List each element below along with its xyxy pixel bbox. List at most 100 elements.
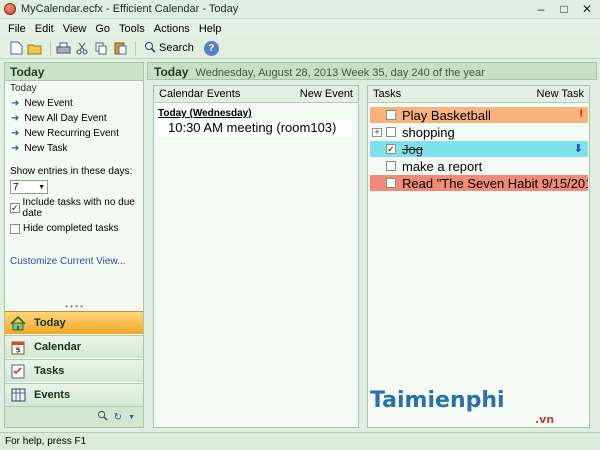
nav-tasks[interactable]: Tasks [5,359,143,382]
tasks-panel-title: Tasks [373,88,402,100]
menu-tools[interactable]: Tools [119,23,145,35]
hide-completed-checkbox[interactable] [10,223,20,234]
task-text: Jog [402,141,423,157]
left-pane: Today Today ➜ New Event ➜ New All Day Ev… [4,62,144,428]
task-checkbox[interactable] [386,161,396,171]
close-button[interactable]: ✕ [576,2,598,17]
watermark-tld: .vn [535,413,555,426]
customize-view-link[interactable]: Customize Current View... [5,254,143,269]
nav-label: Calendar [34,341,82,353]
nav-footer: ↻ ▼ [5,406,143,427]
new-recurring-event-action[interactable]: ➜ New Recurring Event [5,126,143,141]
task-checkbox[interactable] [386,127,396,137]
menu-file[interactable]: File [8,23,26,35]
tasks-panel-header: Tasks New Task [368,86,589,103]
calendar-icon: 5 [10,339,26,355]
include-no-due-date-option[interactable]: ✓ Include tasks with no due date [5,195,143,221]
task-row[interactable]: Read "The Seven Habit 9/15/201 [370,175,588,191]
cut-icon[interactable] [74,40,90,56]
event-item[interactable]: 10:30 AM meeting (room103) [156,120,352,137]
search-icon [144,41,156,56]
action-label: New All Day Event [24,113,107,124]
home-icon [10,315,26,331]
help-icon[interactable]: ? [203,40,219,56]
toolbar: Search ? [0,38,600,59]
action-label: New Recurring Event [24,128,119,139]
chevron-down-icon: ▼ [38,183,45,191]
task-text: make a report [402,158,483,174]
task-row[interactable]: ✓ Jog ⬇ [370,141,588,157]
menu-actions[interactable]: Actions [154,23,190,35]
arrow-right-icon: ➜ [11,143,20,154]
entries-days-select[interactable]: 7 ▼ [10,180,48,194]
open-folder-icon[interactable] [27,40,43,56]
search-icon[interactable] [97,410,108,424]
task-text: shopping [402,124,455,140]
search-button[interactable]: Search [140,40,198,57]
new-event-link[interactable]: New Event [300,88,353,100]
watermark-brand: Taimienphi [370,388,505,413]
task-row[interactable]: + shopping [370,124,588,140]
status-text: For help, press F1 [5,436,87,447]
minimize-button[interactable]: – [530,2,552,17]
events-panel: Calendar Events New Event Today (Wednesd… [153,85,359,428]
tasks-icon [10,363,26,379]
action-label: New Event [24,98,73,109]
toolbar-separator [135,40,136,56]
task-text: Read "The Seven Habit 9/15/201 [402,175,588,191]
arrow-right-icon: ➜ [11,113,20,124]
expand-icon[interactable]: + [372,127,382,137]
copy-icon[interactable] [93,40,109,56]
nav-label: Today [34,317,66,329]
new-task-link[interactable]: New Task [537,88,584,100]
new-document-icon[interactable] [8,40,24,56]
menu-help[interactable]: Help [199,23,222,35]
menu-view[interactable]: View [63,23,87,35]
pane-splitter[interactable]: • • • • [5,303,143,311]
nav-label: Events [34,389,71,401]
task-text: Play Basketball [402,107,491,123]
menu-edit[interactable]: Edit [35,23,54,35]
refresh-icon[interactable]: ↻ [114,412,122,423]
task-row[interactable]: make a report [370,158,588,174]
entries-days-label: Show entries in these days: [10,166,133,177]
date-info: Wednesday, August 28, 2013 Week 35, day … [195,67,485,79]
new-event-action[interactable]: ➜ New Event [5,96,143,111]
nav-events[interactable]: Events [5,383,143,406]
task-checkbox[interactable]: ✓ [386,144,396,154]
chevron-down-icon[interactable]: ▼ [128,414,135,421]
new-all-day-event-action[interactable]: ➜ New All Day Event [5,111,143,126]
paste-icon[interactable] [112,40,128,56]
main-header: Today Wednesday, August 28, 2013 Week 35… [147,62,597,80]
menu-go[interactable]: Go [95,23,110,35]
hide-completed-option[interactable]: Hide completed tasks [5,221,143,236]
title-bar: MyCalendar.ecfx - Efficient Calendar - T… [0,0,600,19]
include-no-due-date-checkbox[interactable]: ✓ [10,203,20,213]
left-pane-subheader: Today [10,83,37,94]
nav-today[interactable]: Today [5,311,143,334]
task-checkbox[interactable] [386,110,396,120]
print-icon[interactable] [55,40,71,56]
tasks-list: Play Basketball! + shopping ✓ Jog ⬇ make a rep… [368,103,589,427]
page-title: Today [154,65,189,79]
toolbar-separator [50,40,51,56]
app-icon [4,3,16,15]
svg-text:5: 5 [16,346,21,354]
arrow-right-icon: ➜ [11,98,20,109]
include-no-due-date-label: Include tasks with no due date [22,197,135,219]
maximize-button[interactable]: □ [553,2,575,17]
left-pane-header: Today [5,63,143,81]
high-priority-icon: ! [579,108,583,120]
task-row[interactable]: Play Basketball! [370,107,588,123]
status-bar: For help, press F1 [0,432,600,450]
menu-bar: File Edit View Go Tools Actions Help [0,19,600,38]
window-title: MyCalendar.ecfx - Efficient Calendar - T… [21,3,239,15]
nav-calendar[interactable]: 5 Calendar [5,335,143,358]
window-controls: – □ ✕ [530,2,598,17]
task-checkbox[interactable] [386,178,396,188]
nav-label: Tasks [34,365,65,377]
events-list: Today (Wednesday) 10:30 AM meeting (room… [154,103,358,427]
watermark-logo: Taimienphi .vn [370,388,554,426]
arrow-right-icon: ➜ [11,128,20,139]
new-task-action[interactable]: ➜ New Task [5,141,143,156]
